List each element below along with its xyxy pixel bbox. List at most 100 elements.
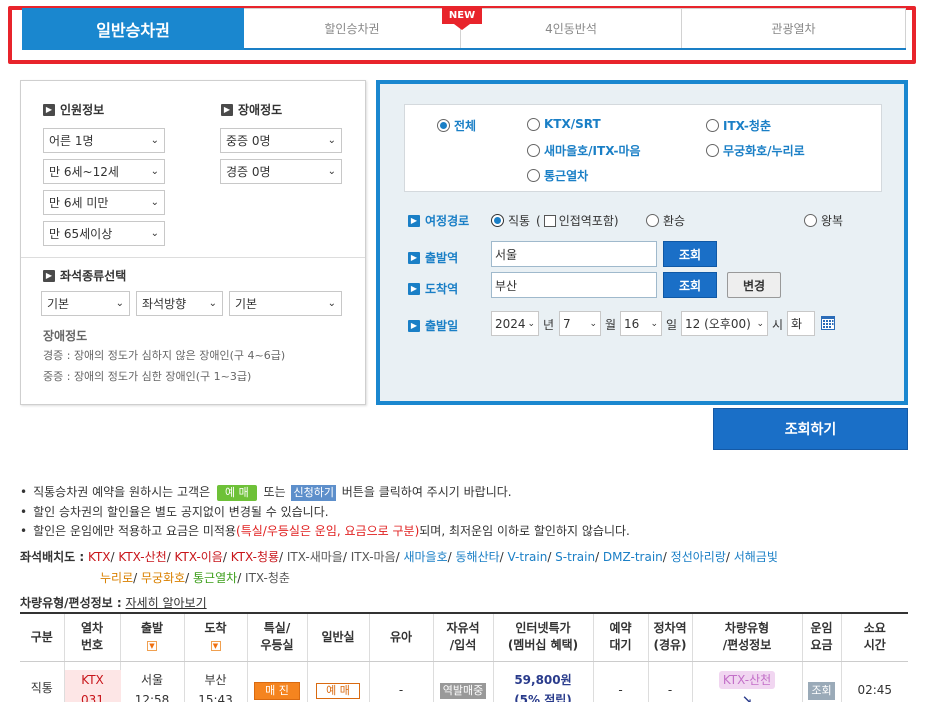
route-round-radio[interactable]: 왕복 (804, 212, 843, 229)
seat-link-v-train[interactable]: V-train (508, 550, 548, 564)
col-fare: 운임 요금 (802, 613, 842, 662)
sort-icon[interactable]: ▼ (210, 640, 221, 651)
departure-station-input[interactable]: 서울 (491, 241, 657, 267)
swap-stations-button[interactable]: 변경 (727, 272, 781, 298)
seat-option-select[interactable]: 기본 ⌄ (229, 291, 342, 316)
tab-discount-ticket[interactable]: 할인승차권 (244, 8, 461, 48)
disability-note-mild: 경증 : 장애의 정도가 심하지 않은 장애인(구 4~6급) (43, 349, 286, 362)
chevron-down-icon: ⌄ (756, 318, 764, 329)
cell-waitlist: - (593, 661, 649, 702)
radio-checked-icon (491, 214, 504, 227)
disability-note-severe: 중증 : 장애의 정도가 심한 장애인(구 1~3급) (43, 370, 252, 383)
route-transfer-radio[interactable]: 환승 (646, 212, 685, 229)
seat-link-nuriro[interactable]: 누리로 (100, 571, 133, 585)
chevron-down-icon: ⌄ (327, 135, 336, 146)
seat-type-select[interactable]: 기본 ⌄ (41, 291, 130, 316)
seat-layout-links: 좌석배치도 : KTX/ KTX-산천/ KTX-이음/ KTX-청룡/ ITX… (20, 550, 778, 564)
hour-unit: 시 (772, 318, 784, 332)
notice-1: • 직통승차권 예약을 원하시는 고객은 예 매 또는 신청하기 버튼을 클릭하여… (20, 485, 512, 501)
chevron-down-icon: ⌄ (327, 298, 336, 309)
tab-general-ticket[interactable]: 일반승차권 (22, 8, 244, 50)
calendar-icon[interactable] (821, 316, 835, 330)
adult-count-select[interactable]: 어른 1명 ⌄ (43, 128, 165, 153)
col-train-no: 열차 번호 (64, 613, 121, 662)
train-type-saemaeul[interactable]: 새마을호/ITX-마음 (527, 142, 641, 159)
search-button[interactable]: 조회하기 (713, 408, 908, 450)
cell-fare: 조회 (802, 661, 842, 702)
arrow-box-icon: ▶ (221, 103, 233, 116)
sold-out-button[interactable]: 매 진 (254, 681, 300, 700)
reserve-button[interactable]: 예 매 (316, 682, 360, 699)
cell-general: 예 매 (307, 661, 370, 702)
include-adjacent-checkbox[interactable]: (인접역포함) (536, 212, 619, 229)
train-type-box: 전체 KTX/SRT ITX-청춘 새마을호/ITX-마음 무궁화호/누리로 통… (404, 104, 882, 192)
departure-label: ▶ 출발역 (408, 249, 458, 266)
radio-icon (646, 214, 659, 227)
seat-link-donghae-santa[interactable]: 동해산타 (456, 550, 500, 564)
departure-lookup-button[interactable]: 조회 (663, 241, 717, 267)
seat-link-ktx-cheongryong[interactable]: KTX-청룡 (231, 550, 279, 564)
seat-link-itx-maeum[interactable]: ITX-마음 (351, 550, 396, 564)
seat-link-mugunghwa[interactable]: 무궁화호 (141, 571, 185, 585)
seat-icon: ↘ (741, 692, 753, 702)
seat-link-commuter[interactable]: 통근열차 (193, 571, 237, 585)
passenger-panel: ▶ 인원정보 ▶ 장애정도 어른 1명 ⌄ 만 6세~12세 ⌄ 만 6세 미만 ⌄ … (20, 80, 366, 405)
new-badge: NEW (442, 8, 482, 30)
cell-internet-price: 59,800원 (5% 적립) (493, 661, 594, 702)
child-count-select[interactable]: 만 6세~12세 ⌄ (43, 159, 165, 184)
vehicle-type-button[interactable]: KTX-산천 (718, 670, 776, 689)
arrow-box-icon: ▶ (43, 103, 55, 116)
train-type-all[interactable]: 전체 (437, 117, 476, 134)
chevron-down-icon: ⌄ (150, 228, 159, 239)
severe-disability-select[interactable]: 중증 0명 ⌄ (220, 128, 342, 153)
arrival-lookup-button[interactable]: 조회 (663, 272, 717, 298)
seat-link-seohae-geumbit[interactable]: 서해금빛 (734, 550, 778, 564)
route-direct-radio[interactable]: 직통 (491, 212, 530, 229)
train-type-mugunghwa[interactable]: 무궁화호/누리로 (706, 142, 805, 159)
arrival-station-input[interactable]: 부산 (491, 272, 657, 298)
seat-link-s-train[interactable]: S-train (555, 550, 595, 564)
cell-train-no[interactable]: KTX 031 (64, 661, 121, 702)
station-sale-button[interactable]: 역발매중 (439, 682, 487, 699)
train-type-itx-cheongchun[interactable]: ITX-청춘 (706, 117, 771, 134)
sort-icon[interactable]: ▼ (147, 640, 157, 651)
tab-four-person-seat[interactable]: 4인동반석 (461, 8, 682, 48)
seat-link-ktx[interactable]: KTX (88, 550, 111, 564)
train-type-ktx[interactable]: KTX/SRT (527, 117, 601, 131)
departure-date-label: ▶ 출발일 (408, 317, 458, 334)
cell-free-seat: 역발매중 (433, 661, 494, 702)
col-internet-price: 인터넷특가 (멤버십 혜택) (493, 613, 594, 662)
chevron-down-icon: ⌄ (150, 135, 159, 146)
hour-select[interactable]: 12 (오후00) ⌄ (681, 311, 768, 336)
train-type-commuter[interactable]: 통근열차 (527, 167, 588, 184)
table-header-row: 구분 열차 번호 출발 ▼ 도착 ▼ 특실/우등실 일반실 유아 자유석/입석 인터넷… (20, 613, 908, 662)
seat-link-ktx-eum[interactable]: KTX-이음 (175, 550, 223, 564)
seat-link-jeongseon-arirang[interactable]: 정선아리랑 (671, 550, 726, 564)
chevron-down-icon: ⌄ (115, 298, 124, 309)
mild-disability-select[interactable]: 경증 0명 ⌄ (220, 159, 342, 184)
seat-link-saemaeul[interactable]: 새마을호 (403, 550, 447, 564)
year-unit: 년 (543, 318, 555, 332)
seat-link-dmz-train[interactable]: DMZ-train (603, 550, 663, 564)
seat-link-itx-saemaeul[interactable]: ITX-새마을 (287, 550, 343, 564)
year-select[interactable]: 2024 ⌄ (491, 311, 539, 336)
radio-icon (527, 169, 540, 182)
table-row: 직통 KTX 031 서울 12:58 부산 15:43 매 진 예 매 - 역발매중… (20, 661, 908, 702)
day-select[interactable]: 16 ⌄ (620, 311, 662, 336)
radio-icon (706, 119, 719, 132)
col-infant: 유아 (369, 613, 434, 662)
vehicle-info-link[interactable]: 자세히 알아보기 (126, 596, 207, 610)
infant-count-select[interactable]: 만 6세 미만 ⌄ (43, 190, 165, 215)
senior-count-select[interactable]: 만 65세이상 ⌄ (43, 221, 165, 246)
month-select[interactable]: 7 ⌄ (559, 311, 601, 336)
cell-departure: 서울 12:58 (120, 661, 185, 702)
passenger-info-title: ▶ 인원정보 (43, 101, 104, 118)
col-free-seat: 자유석/입석 (433, 613, 494, 662)
route-label: ▶ 여정경로 (408, 212, 469, 229)
fare-lookup-button[interactable]: 조회 (808, 681, 835, 700)
seat-link-ktx-sancheon[interactable]: KTX-산천 (118, 550, 166, 564)
seat-direction-select[interactable]: 좌석방향 ⌄ (136, 291, 223, 316)
tab-tourist-train[interactable]: 관광열차 (682, 8, 906, 48)
cell-arrival: 부산 15:43 (184, 661, 248, 702)
seat-link-itx-cheongchun[interactable]: ITX-청춘 (245, 571, 290, 585)
